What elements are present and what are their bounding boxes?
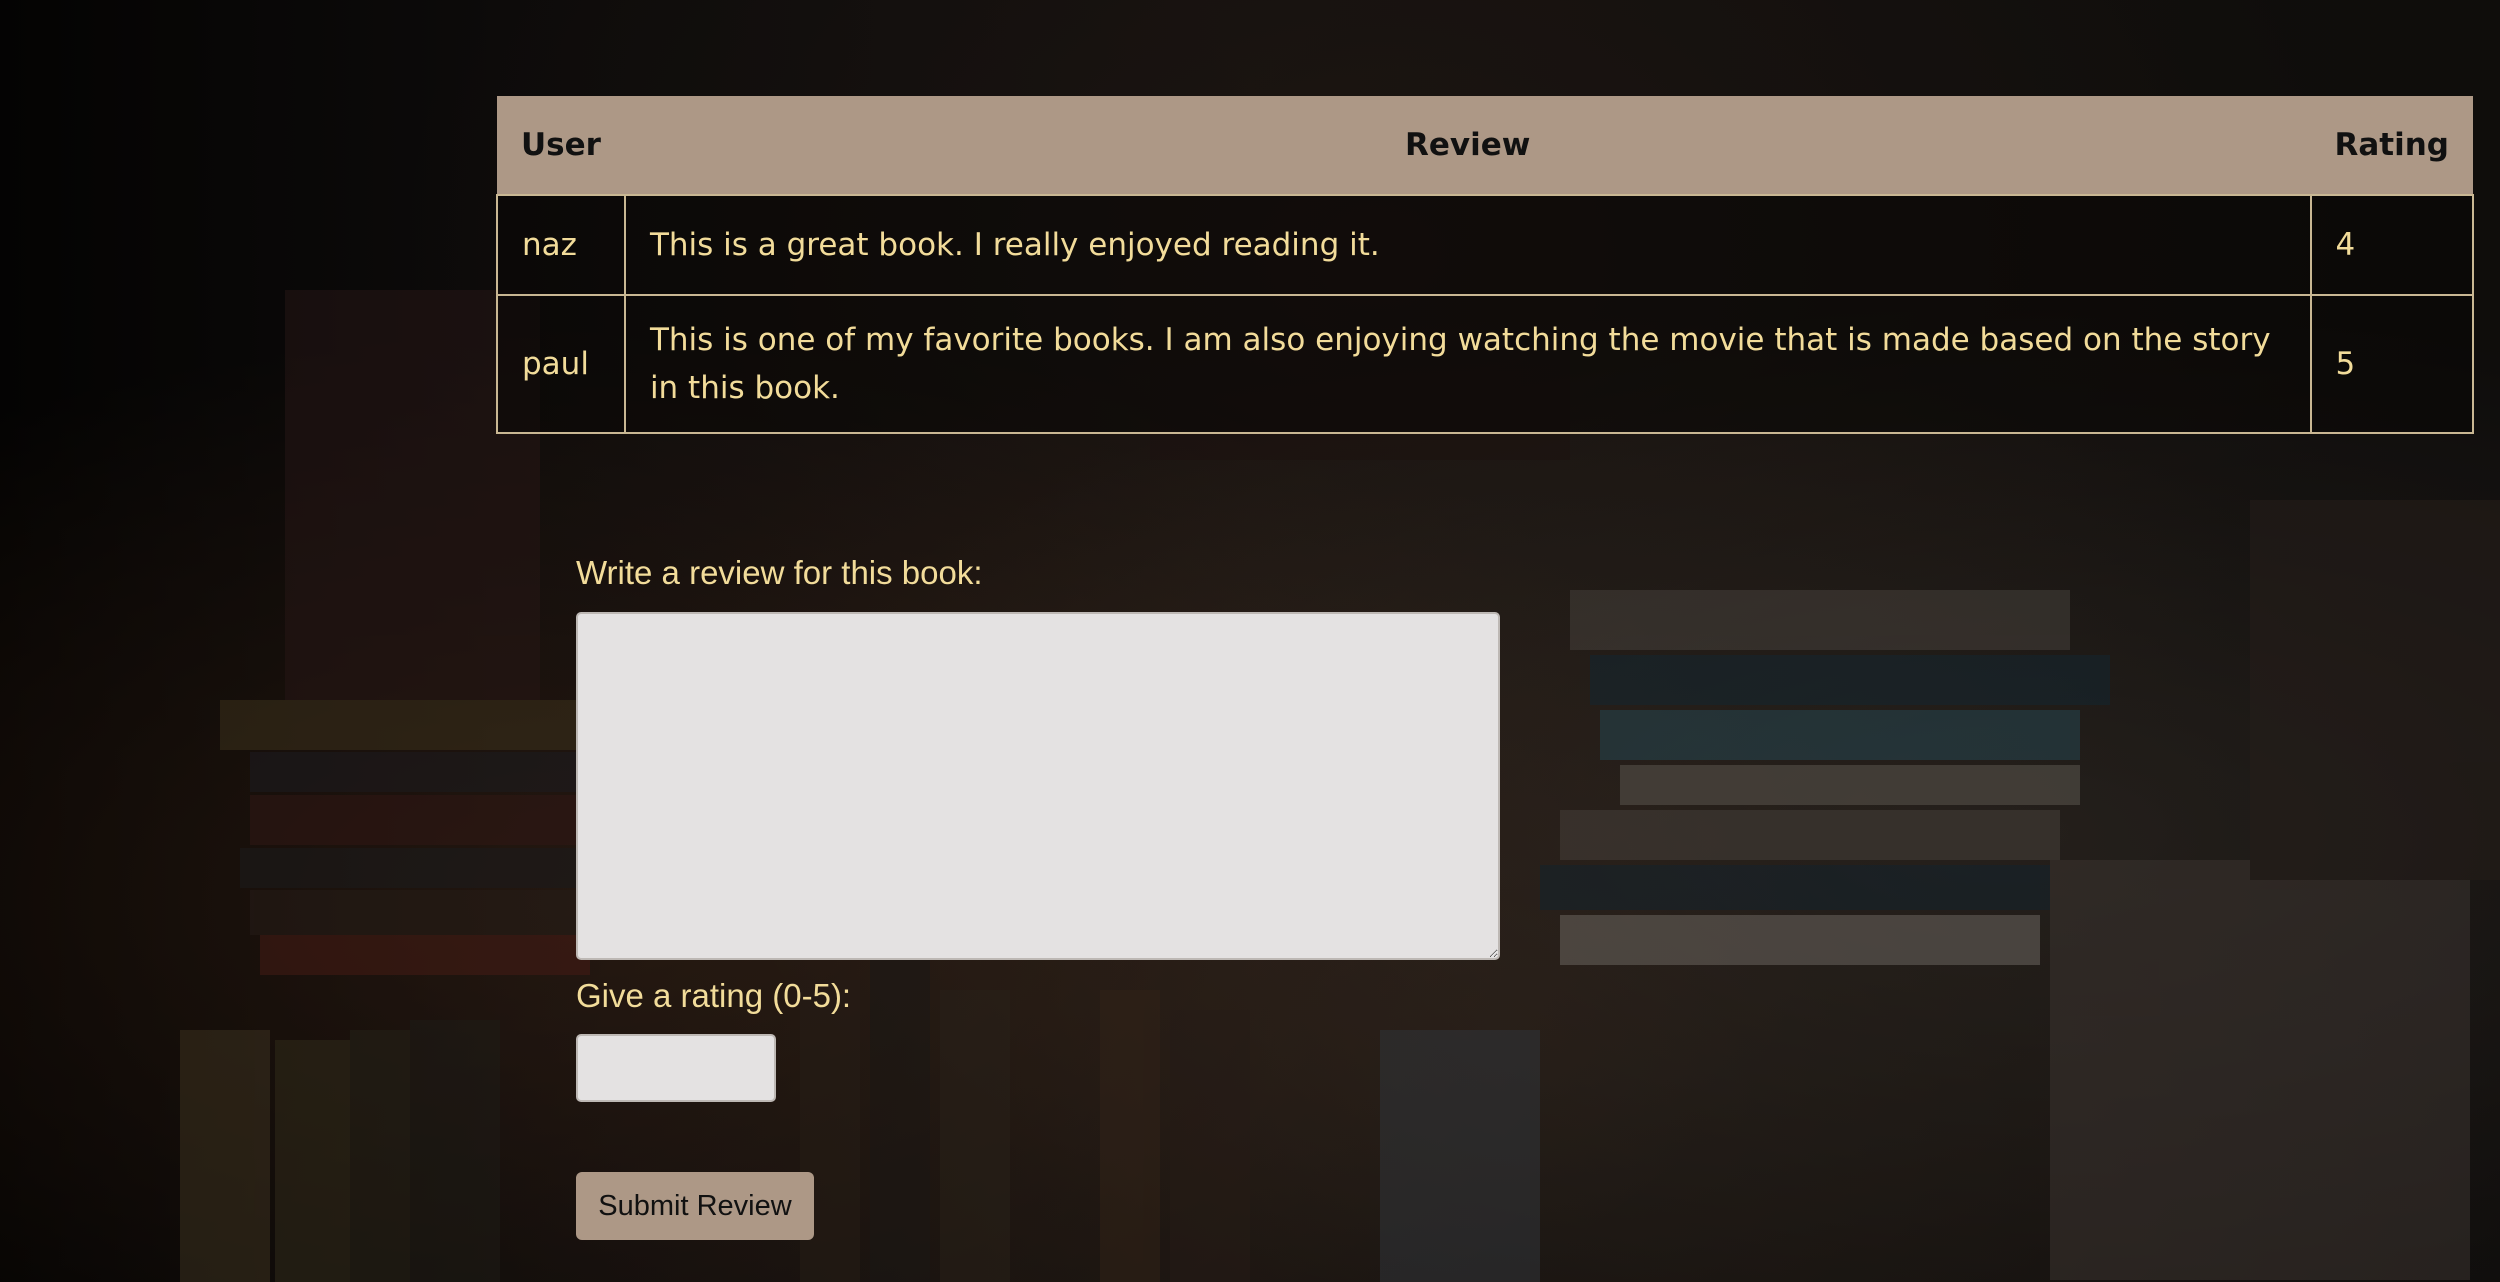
- review-input-label: Write a review for this book:: [576, 554, 983, 591]
- submit-review-button[interactable]: Submit Review: [576, 1172, 814, 1240]
- review-text: This is one of my favorite books. I am a…: [623, 294, 2312, 434]
- review-textarea[interactable]: [576, 612, 1500, 960]
- reviews-table: User Review Rating naz This is a great b…: [496, 96, 2474, 434]
- review-user: naz: [496, 194, 626, 296]
- review-text: This is a great book. I really enjoyed r…: [623, 194, 2312, 296]
- rating-input-label: Give a rating (0-5):: [576, 977, 852, 1014]
- review-rating: 5: [2309, 294, 2474, 434]
- user-column-header: User: [497, 96, 625, 195]
- review-rating: 4: [2309, 194, 2474, 296]
- table-row: naz This is a great book. I really enjoy…: [496, 194, 2474, 296]
- review-column-header: Review: [624, 96, 2311, 195]
- review-user: paul: [496, 294, 626, 434]
- table-row: paul This is one of my favorite books. I…: [496, 294, 2474, 434]
- rating-column-header: Rating: [2310, 96, 2473, 195]
- reviews-table-header: User Review Rating: [497, 96, 2473, 195]
- rating-input[interactable]: [576, 1034, 776, 1102]
